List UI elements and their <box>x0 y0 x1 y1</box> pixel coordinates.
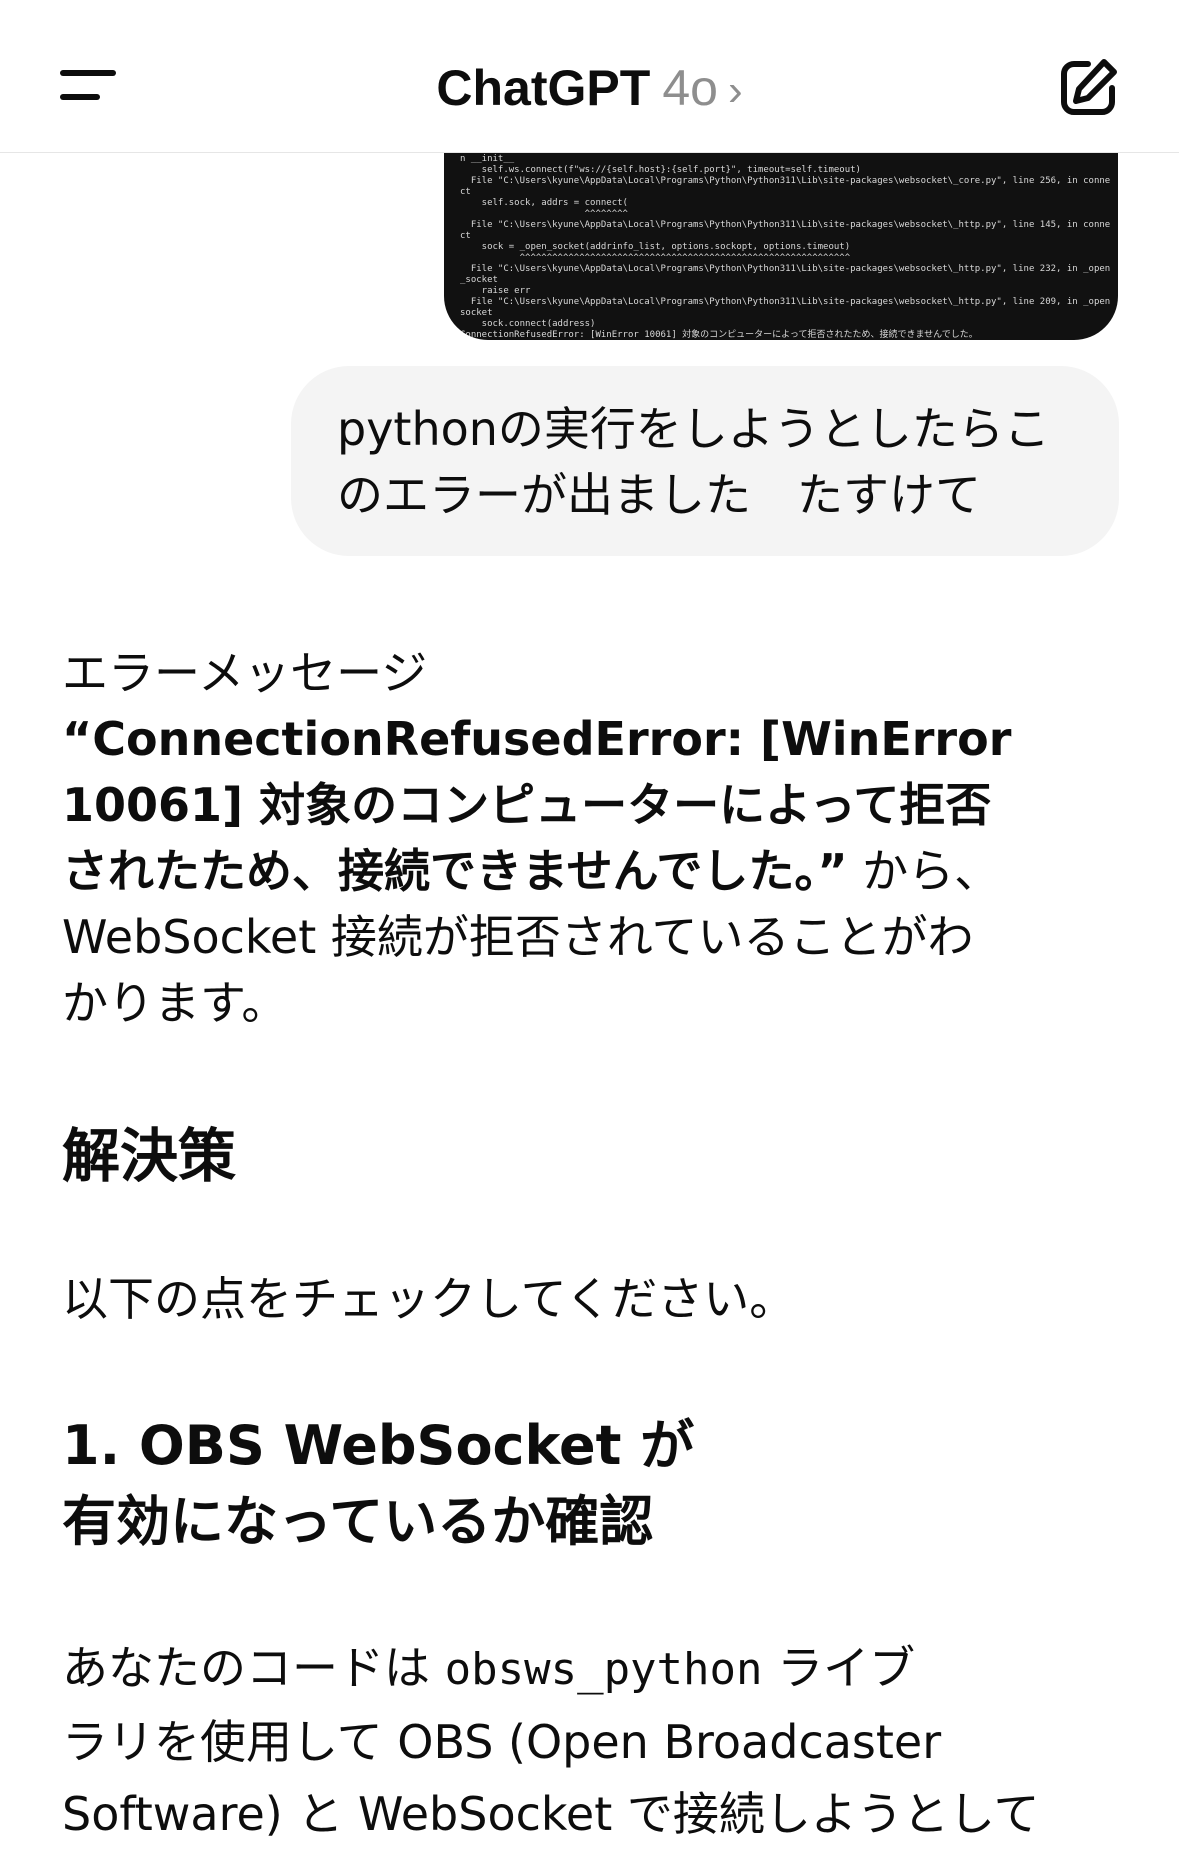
user-message-bubble: pythonの実行をしようとしたらこ のエラーが出ました たすけて <box>291 366 1119 556</box>
model-name: 4o <box>662 60 718 116</box>
terminal-line: File "C:\Users\kyune\AppData\Local\Progr… <box>460 264 1111 274</box>
app-title: ChatGPT <box>436 60 651 116</box>
terminal-line: sock.connect(address) <box>460 319 596 329</box>
error-message-bold: されたため、接続できませんでした。” <box>62 844 848 898</box>
terminal-line: socket <box>460 308 493 318</box>
terminal-line: ^^^^^^^^^^^^^^^^^^^^^^^^^^^^^^^^^^^^^^^^… <box>460 253 851 263</box>
explain-text: WebSocket 接続が拒否されていることがわ <box>62 910 974 964</box>
error-tail-text: から、 <box>847 844 1001 898</box>
response-paragraph-error: エラーメッセージ “ConnectionRefusedError: [WinEr… <box>62 640 1122 1036</box>
terminal-line: _socket <box>460 275 498 285</box>
pencil-square-icon <box>1061 59 1117 115</box>
terminal-line: self.sock, addrs = connect( <box>460 198 628 208</box>
step1-heading-line: 有効になっているか確認 <box>62 1490 654 1553</box>
explain-text: かります。 <box>62 976 288 1030</box>
new-chat-icon[interactable] <box>1058 56 1120 118</box>
body-text: ライブ <box>762 1641 916 1695</box>
terminal-line: self.ws.connect(f"ws://{self.host}:{self… <box>460 165 861 175</box>
terminal-line: n __init__ <box>460 154 515 164</box>
chevron-right-icon: › <box>727 66 743 115</box>
intro-text: エラーメッセージ <box>62 646 428 700</box>
error-message-bold: 10061] 対象のコンピューターによって拒否 <box>62 778 992 832</box>
body-text: あなたのコードは <box>62 1641 445 1695</box>
terminal-line: ct <box>460 231 471 241</box>
terminal-line: File "C:\Users\kyune\AppData\Local\Progr… <box>460 297 1111 307</box>
model-selector[interactable]: ChatGPT 4o › <box>0 58 1179 121</box>
terminal-line: ct <box>460 187 471 197</box>
step1-heading-line: 1. OBS WebSocket が <box>62 1414 695 1477</box>
body-text: Software) と WebSocket で接続しようとして <box>62 1787 1040 1841</box>
body-text: ラリを使用して OBS (Open Broadcaster <box>62 1715 942 1769</box>
user-message-line: のエラーが出ました たすけて <box>337 468 981 522</box>
terminal-line: File "C:\Users\kyune\AppData\Local\Progr… <box>460 176 1111 186</box>
top-bar: ChatGPT 4o › <box>0 0 1179 153</box>
terminal-line: raise err <box>460 286 531 296</box>
terminal-line: File "C:\Users\kyune\AppData\Local\Progr… <box>460 220 1111 230</box>
inline-code: obsws_python <box>444 1644 763 1695</box>
solution-heading: 解決策 <box>62 1122 237 1190</box>
step1-heading: 1. OBS WebSocket が 有効になっているか確認 <box>62 1408 702 1560</box>
check-paragraph: 以下の点をチェックしてください。 <box>62 1272 796 1326</box>
error-message-bold: “ConnectionRefusedError: [WinError <box>62 712 1012 766</box>
user-message-line: pythonの実行をしようとしたらこ <box>337 402 1050 456</box>
terminal-line: ConnectionRefusedError: [WinError 10061]… <box>460 330 978 340</box>
terminal-line: sock = _open_socket(addrinfo_list, optio… <box>460 242 851 252</box>
step1-body: あなたのコードは obsws_python ライブ ラリを使用して OBS (O… <box>62 1632 1122 1850</box>
terminal-line: ^^^^^^^^ <box>460 209 628 219</box>
